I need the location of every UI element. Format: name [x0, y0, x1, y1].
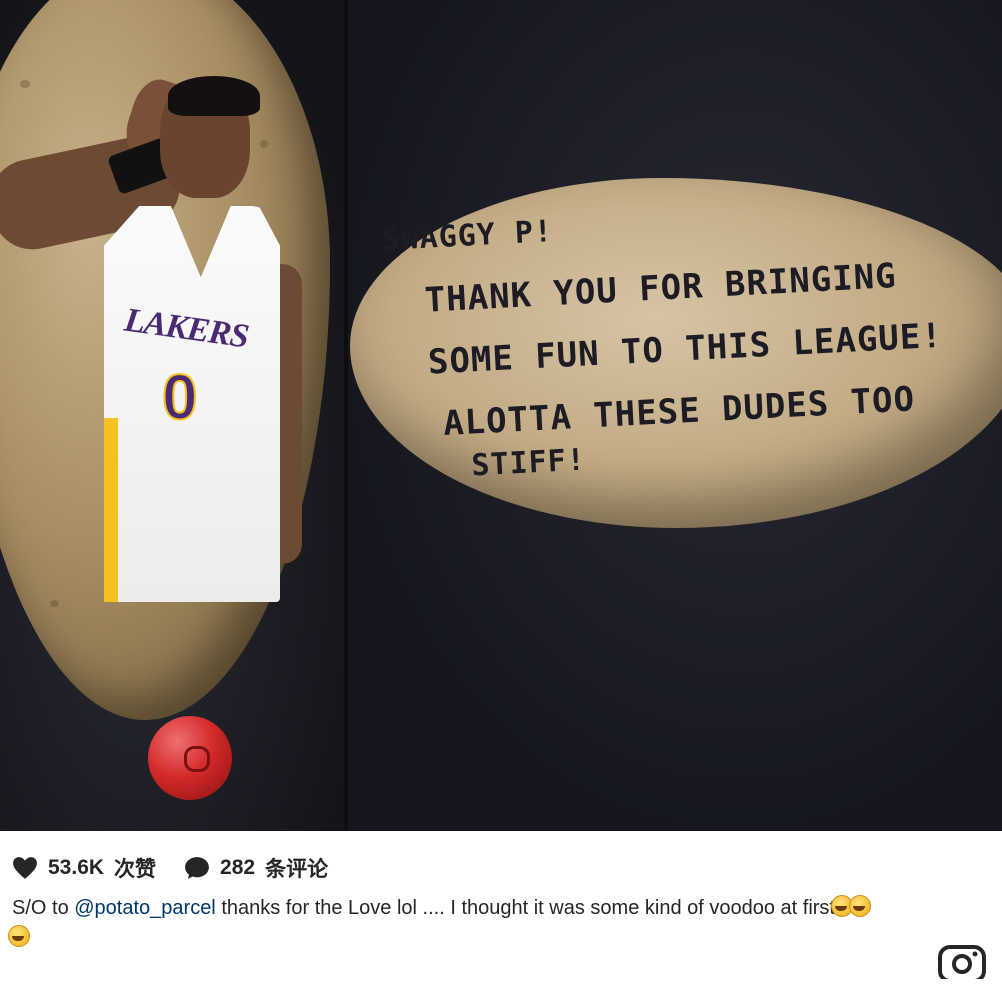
jersey-number: 0	[161, 360, 199, 434]
likes-stat[interactable]: 53.6K 次赞	[12, 853, 156, 883]
comments-label: 条评论	[265, 858, 329, 881]
comments-count: 282	[220, 856, 256, 879]
instagram-camera-icon[interactable]	[938, 939, 986, 979]
comment-bubble-icon[interactable]	[184, 856, 210, 880]
red-candy-mark	[184, 746, 210, 772]
laughing-crying-emoji-icon	[8, 925, 30, 947]
heart-icon[interactable]	[12, 856, 38, 880]
photo-left-panel: LAKERS 0	[0, 0, 346, 831]
player-cutout: LAKERS 0	[0, 38, 302, 602]
post-caption-area: 53.6K 次赞 282 条评论 S/O to @potato_parcel t…	[0, 831, 1002, 990]
likes-count: 53.6K	[48, 856, 105, 879]
mention-link[interactable]: @potato_parcel	[74, 897, 216, 919]
caption-body: thanks for the Love lol .... I thought i…	[215, 897, 835, 919]
player-hair	[168, 76, 260, 116]
likes-label: 次赞	[114, 858, 157, 881]
comments-stat[interactable]: 282 条评论	[184, 853, 328, 883]
potato-speck	[50, 600, 59, 607]
caption-prefix: S/O to	[12, 897, 75, 919]
post-photo[interactable]: LAKERS 0 SWAGGY P! THANK YOU FOR BRINGIN…	[0, 0, 1002, 831]
engagement-stats: 53.6K 次赞 282 条评论	[12, 853, 328, 883]
laughing-crying-emoji-icon	[848, 895, 871, 917]
potato-handwritten-message: SWAGGY P! THANK YOU FOR BRINGING SOME FU…	[380, 178, 1002, 502]
caption-text: S/O to @potato_parcel thanks for the Lov…	[8, 893, 882, 953]
jersey-trim	[104, 418, 118, 602]
